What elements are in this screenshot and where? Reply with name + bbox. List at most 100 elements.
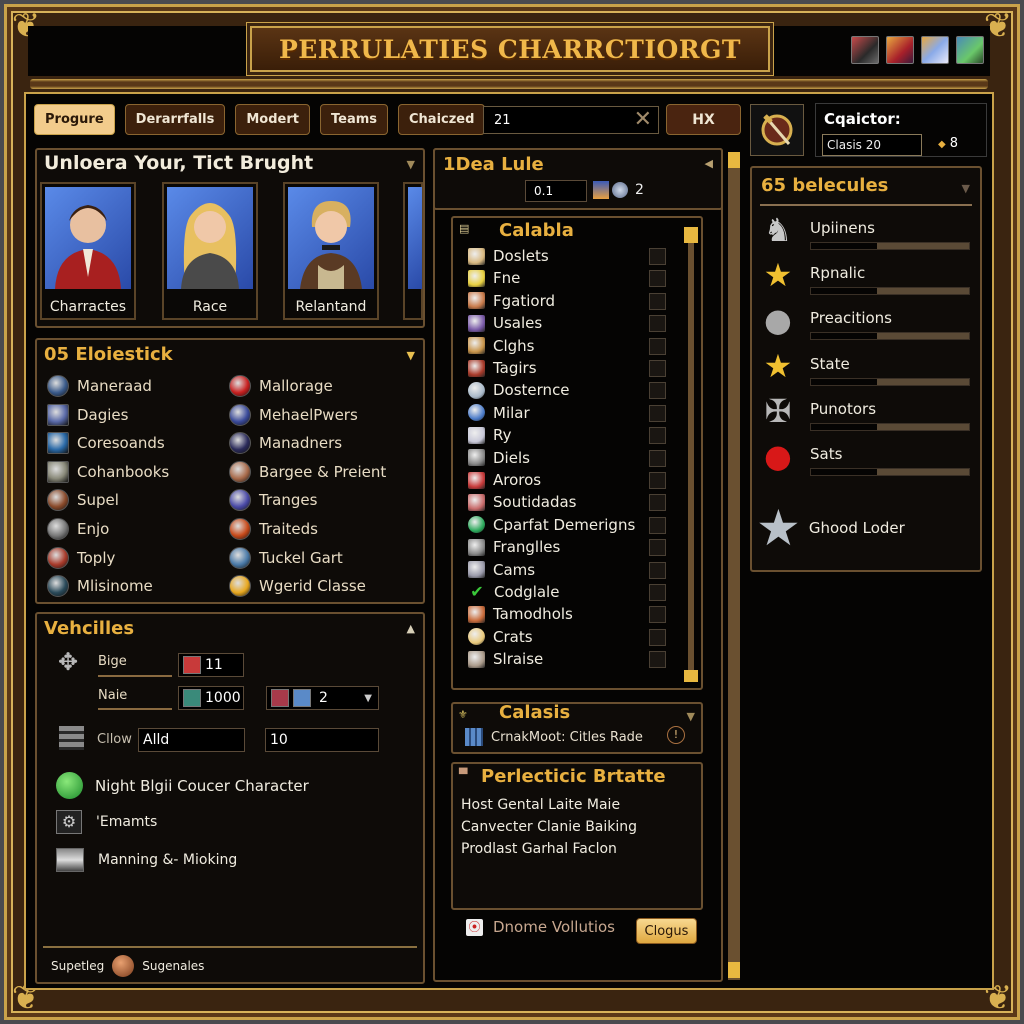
hx-button[interactable]: HX [666,104,741,135]
calabla-scrollbar-thumb[interactable] [684,227,698,243]
item-checkbox[interactable] [649,539,666,557]
calabla-list-item[interactable]: Slraise [468,649,668,669]
stats-footer[interactable]: ★ Ghood Loder [756,503,905,553]
calabla-scrollbar-bottom[interactable] [684,670,698,682]
tab-derarrfalls[interactable]: Derarrfalls [124,104,226,135]
element-item[interactable]: Mallorage [229,374,333,398]
element-item[interactable]: Mlisinome [47,574,153,598]
element-item[interactable]: MehaelPwers [229,403,358,427]
calabla-list-item[interactable]: Crats [468,627,668,647]
item-checkbox[interactable] [649,360,666,377]
calabla-list-item[interactable]: Diels [468,448,668,468]
quantity-dropdown[interactable]: 2 ▼ [266,686,379,710]
main-scrollbar-thumb[interactable] [728,152,740,168]
calabla-list-item[interactable]: Doslets [468,246,668,266]
clogus-button[interactable]: Clogus [636,918,697,944]
item-checkbox[interactable] [649,382,666,400]
item-checkbox[interactable] [649,270,666,288]
calabla-list-item[interactable]: Tagirs [468,358,668,378]
clow-input[interactable]: Alld [138,728,245,752]
search-input[interactable]: 21 ✕ [483,106,659,134]
calabla-list-item[interactable]: Cparfat Demerigns [468,515,668,535]
calabla-list-item[interactable]: Cams [468,560,668,580]
chevron-down-icon[interactable]: ▼ [962,182,970,195]
portrait-card[interactable]: Race [162,182,258,320]
item-checkbox[interactable] [649,651,666,669]
calabla-scrollbar[interactable] [688,232,694,676]
character-class-input[interactable]: Clasis 20 [822,134,922,156]
chevron-down-icon[interactable]: ▼ [407,349,415,362]
calabla-list-item[interactable]: Aroros [468,470,668,490]
clear-icon[interactable]: ✕ [634,109,652,131]
element-item[interactable]: Maneraad [47,374,152,398]
calabla-list-item[interactable]: Soutidadas [468,492,668,512]
item-checkbox[interactable] [649,248,666,265]
element-item[interactable]: Coresoands [47,431,165,455]
calabla-list-item[interactable]: Fne [468,268,668,288]
item-checkbox[interactable] [649,494,666,512]
dnome-link[interactable]: ⦿ Dnome Vollutios [466,918,615,936]
item-checkbox[interactable] [649,472,666,489]
calabla-list-item[interactable]: Milar [468,403,668,423]
item-checkbox[interactable] [649,292,666,310]
name-input[interactable]: 1000 [178,686,244,710]
vehicle-action-row[interactable]: Night Blgii Coucer Character [56,772,309,799]
calabla-list-item[interactable]: Usales [468,313,668,333]
item-checkbox[interactable] [649,561,666,579]
element-item[interactable]: Bargee & Preient [229,460,386,484]
stat-progress-bar [810,287,970,296]
item-checkbox[interactable] [649,315,666,333]
tab-chaiczed[interactable]: Chaiczed [398,104,486,135]
item-checkbox[interactable] [649,516,666,534]
mage-card-icon[interactable] [921,36,949,64]
clow-value-input[interactable]: 10 [265,728,379,752]
element-item[interactable]: Dagies [47,403,128,427]
item-checkbox[interactable] [649,427,666,445]
element-item[interactable]: Toply [47,546,115,570]
nature-card-icon[interactable] [956,36,984,64]
element-item[interactable]: Supel [47,488,119,512]
portrait-card[interactable]: Relantand [283,182,379,320]
calasis-row[interactable]: CrnakMoot: Citles Rade [465,728,643,746]
calabla-list-item[interactable]: Tamodhols [468,604,668,624]
item-checkbox[interactable] [649,404,666,422]
calabla-list-item[interactable]: Ry [468,425,668,445]
calabla-list-item[interactable]: Fgatiord [468,291,668,311]
calabla-list-item[interactable]: Clghs [468,336,668,356]
element-item[interactable]: Tuckel Gart [229,546,343,570]
chevron-down-icon[interactable]: ▼ [407,158,415,171]
item-checkbox[interactable] [649,584,666,601]
element-item[interactable]: Tranges [229,488,317,512]
sword-shield-button[interactable] [750,104,804,156]
tab-progure[interactable]: Progure [34,104,115,135]
item-checkbox[interactable] [649,449,666,467]
calabla-list-item[interactable]: ✔ Codglale [468,582,668,602]
tab-teams[interactable]: Teams [320,104,389,135]
element-item[interactable]: Wgerid Classe [229,574,366,598]
alert-icon[interactable]: ! [667,726,685,744]
calabla-list-item[interactable]: Franglles [468,537,668,557]
shield-card-icon[interactable] [886,36,914,64]
element-item[interactable]: Enjo [47,517,109,541]
chevron-up-icon[interactable]: ▲ [407,622,415,635]
item-checkbox[interactable] [649,337,666,355]
main-scrollbar-bottom[interactable] [728,962,740,978]
element-item[interactable]: Manadners [229,431,342,455]
pin-icon[interactable]: ◀ [705,157,713,170]
idea-value-input[interactable]: 0.1 [525,180,587,202]
portrait-card-partial[interactable] [403,182,423,320]
vehicle-action-row[interactable]: ⚙ 'Emamts [56,810,157,834]
bige-input[interactable]: 11 [178,653,244,677]
main-scrollbar[interactable] [728,152,740,980]
element-item[interactable]: Cohanbooks [47,460,169,484]
item-checkbox[interactable] [649,606,666,624]
vehicle-action-row[interactable]: Manning &- Mioking [56,848,237,872]
element-item[interactable]: Traiteds [229,517,318,541]
tab-modert[interactable]: Modert [235,104,310,135]
portrait-card[interactable]: Charractes [40,182,136,320]
calabla-list-item[interactable]: Dosternce [468,380,668,400]
item-checkbox[interactable] [649,628,666,646]
weapon-card-icon[interactable] [851,36,879,64]
chevron-down-icon[interactable]: ▼ [687,710,695,723]
character-count[interactable]: ◆ 8 [938,136,958,151]
